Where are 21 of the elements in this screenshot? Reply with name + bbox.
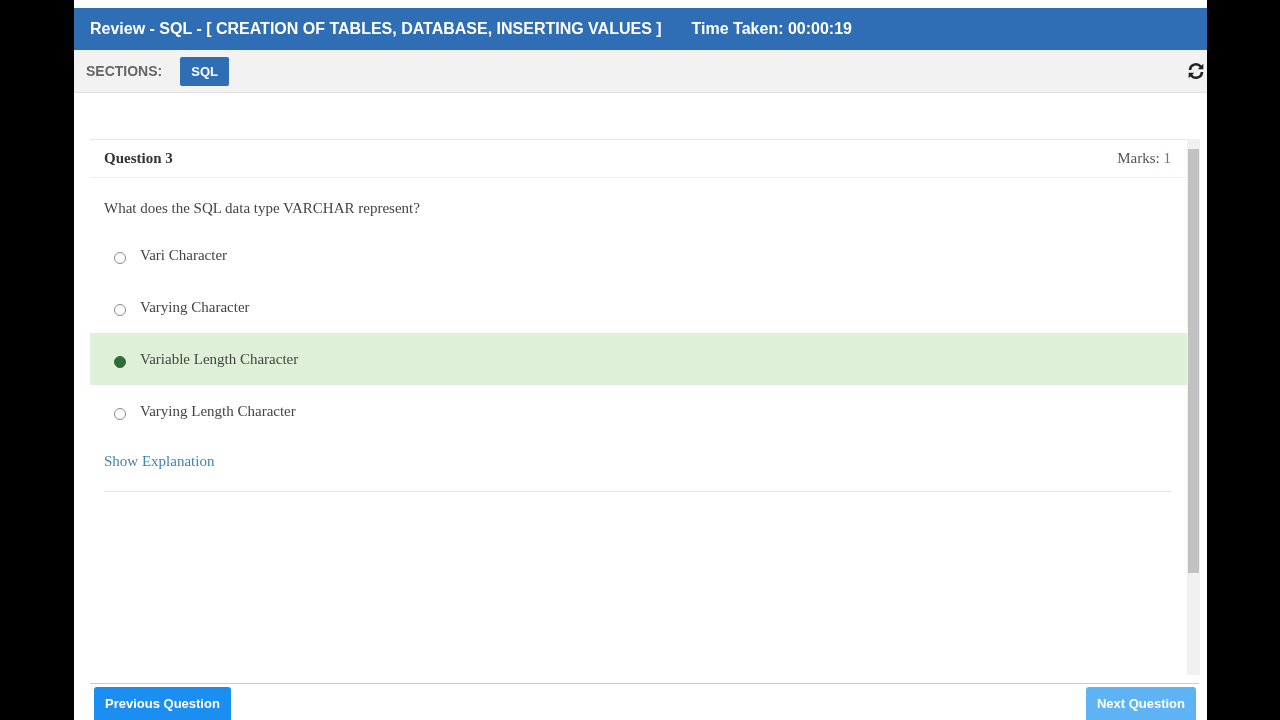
- answer-option[interactable]: Variable Length Character: [90, 333, 1187, 385]
- option-label: Varying Character: [140, 298, 250, 316]
- radio-button[interactable]: [114, 408, 126, 420]
- section-tab[interactable]: SQL: [180, 56, 229, 86]
- time-taken: Time Taken: 00:00:19: [691, 20, 852, 38]
- answer-option[interactable]: Varying Character: [90, 281, 1187, 333]
- option-label: Vari Character: [140, 246, 228, 264]
- option-label: Varying Length Character: [140, 402, 296, 420]
- question-number: Question 3: [104, 150, 173, 167]
- answer-option[interactable]: Varying Length Character: [90, 385, 1187, 437]
- sections-label: SECTIONS:: [86, 63, 163, 79]
- question-text: What does the SQL data type VARCHAR represent?: [104, 200, 421, 217]
- scrollbar[interactable]: [1187, 139, 1200, 675]
- show-explanation-link[interactable]: Show Explanation: [104, 453, 215, 470]
- marks-label: Marks: 1: [1117, 150, 1171, 167]
- radio-button[interactable]: [114, 252, 126, 264]
- radio-button[interactable]: [114, 356, 126, 368]
- option-label: Variable Length Character: [140, 350, 299, 368]
- review-title: Review - SQL - [ CREATION OF TABLES, DATABASE, INSERTING VALUES ]: [90, 20, 662, 38]
- radio-button[interactable]: [114, 304, 126, 316]
- answer-option[interactable]: Vari Character: [90, 229, 1187, 281]
